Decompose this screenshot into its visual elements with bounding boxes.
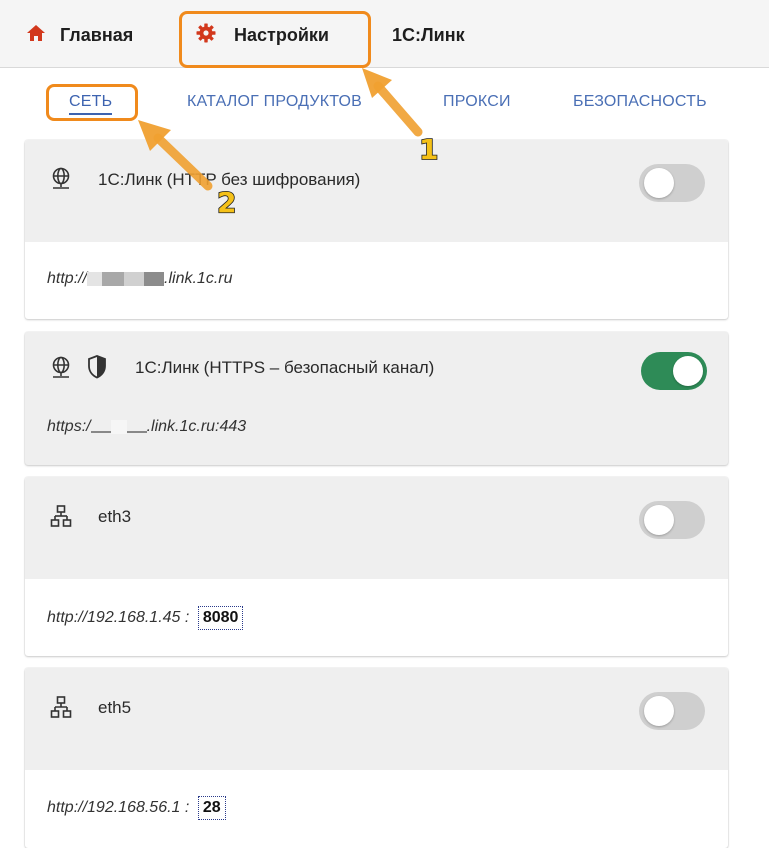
shield-icon — [87, 355, 107, 384]
marker-2-text: 2 — [216, 185, 237, 220]
globe-icon — [50, 356, 72, 385]
tab-security[interactable]: БЕЗОПАСНОСТЬ — [573, 93, 707, 111]
enable-toggle[interactable] — [639, 692, 705, 730]
nav-1c-link[interactable]: 1С:Линк — [392, 22, 465, 48]
url-suffix: .link.1c.ru:443 — [146, 418, 247, 435]
highlight-network-tab — [46, 84, 138, 121]
top-navigation: Главная Настройки 1С:Линк — [0, 0, 769, 68]
card-header — [25, 140, 728, 242]
highlight-settings — [179, 11, 371, 68]
toggle-knob — [673, 356, 703, 386]
url-suffix: .link.1c.ru — [164, 270, 233, 287]
url-prefix: http:// — [47, 270, 88, 287]
network-icon — [50, 504, 72, 533]
redacted-block — [102, 271, 125, 286]
card-url: https:/ .link.1c.ru:443 — [47, 418, 246, 436]
redacted-block — [87, 271, 103, 286]
port-separator: : — [184, 799, 190, 817]
url-prefix: https:/ — [47, 418, 91, 435]
marker-1-text: 1 — [418, 132, 439, 167]
tab-product-catalog[interactable]: КАТАЛОГ ПРОДУКТОВ — [187, 93, 362, 111]
redacted-block — [126, 431, 147, 433]
toggle-knob — [644, 505, 674, 535]
card-header — [25, 668, 728, 770]
tab-proxy[interactable]: ПРОКСИ — [443, 93, 511, 111]
url-text: http://192.168.1.45 — [47, 609, 181, 627]
card-url: http:// .link.1c.ru — [47, 270, 233, 288]
redacted-block — [144, 271, 165, 286]
port-field[interactable]: 28 — [197, 796, 226, 820]
connection-card-https: 1С:Линк (HTTPS – безопасный канал) https… — [25, 332, 728, 465]
connection-card-eth5: eth5 http://192.168.56.1 : 28 — [25, 668, 728, 848]
network-icon — [50, 695, 72, 724]
annotation-marker-1: 1 — [418, 132, 439, 167]
card-title: eth5 — [98, 698, 132, 717]
redacted-block — [110, 419, 127, 434]
redacted-block — [90, 431, 111, 433]
card-header — [25, 477, 728, 579]
port-separator: : — [184, 609, 190, 627]
connection-card-http: 1С:Линк (HTTP без шифрования) http://.li… — [25, 140, 728, 319]
card-title: 1С:Линк (HTTPS – безопасный канал) — [135, 358, 435, 377]
card-title: eth3 — [98, 507, 132, 526]
connection-card-eth3: eth3 http://192.168.1.45 : 8080 — [25, 477, 728, 656]
card-url: http://192.168.1.45 : 8080 — [47, 606, 244, 630]
annotation-marker-2: 2 — [216, 185, 237, 220]
nav-home-label: Главная — [60, 24, 134, 45]
toggle-knob — [644, 696, 674, 726]
enable-toggle[interactable] — [639, 501, 705, 539]
nav-1c-link-label: 1С:Линк — [392, 24, 465, 45]
port-field[interactable]: 8080 — [197, 606, 244, 630]
globe-icon — [50, 167, 72, 196]
enable-toggle[interactable] — [639, 164, 705, 202]
card-url: http://192.168.56.1 : 28 — [47, 796, 226, 820]
url-text: http://192.168.56.1 — [47, 799, 181, 817]
home-icon — [26, 23, 46, 48]
nav-home[interactable]: Главная — [26, 22, 133, 48]
redacted-block — [124, 271, 145, 286]
toggle-knob — [644, 168, 674, 198]
enable-toggle[interactable] — [641, 352, 707, 390]
